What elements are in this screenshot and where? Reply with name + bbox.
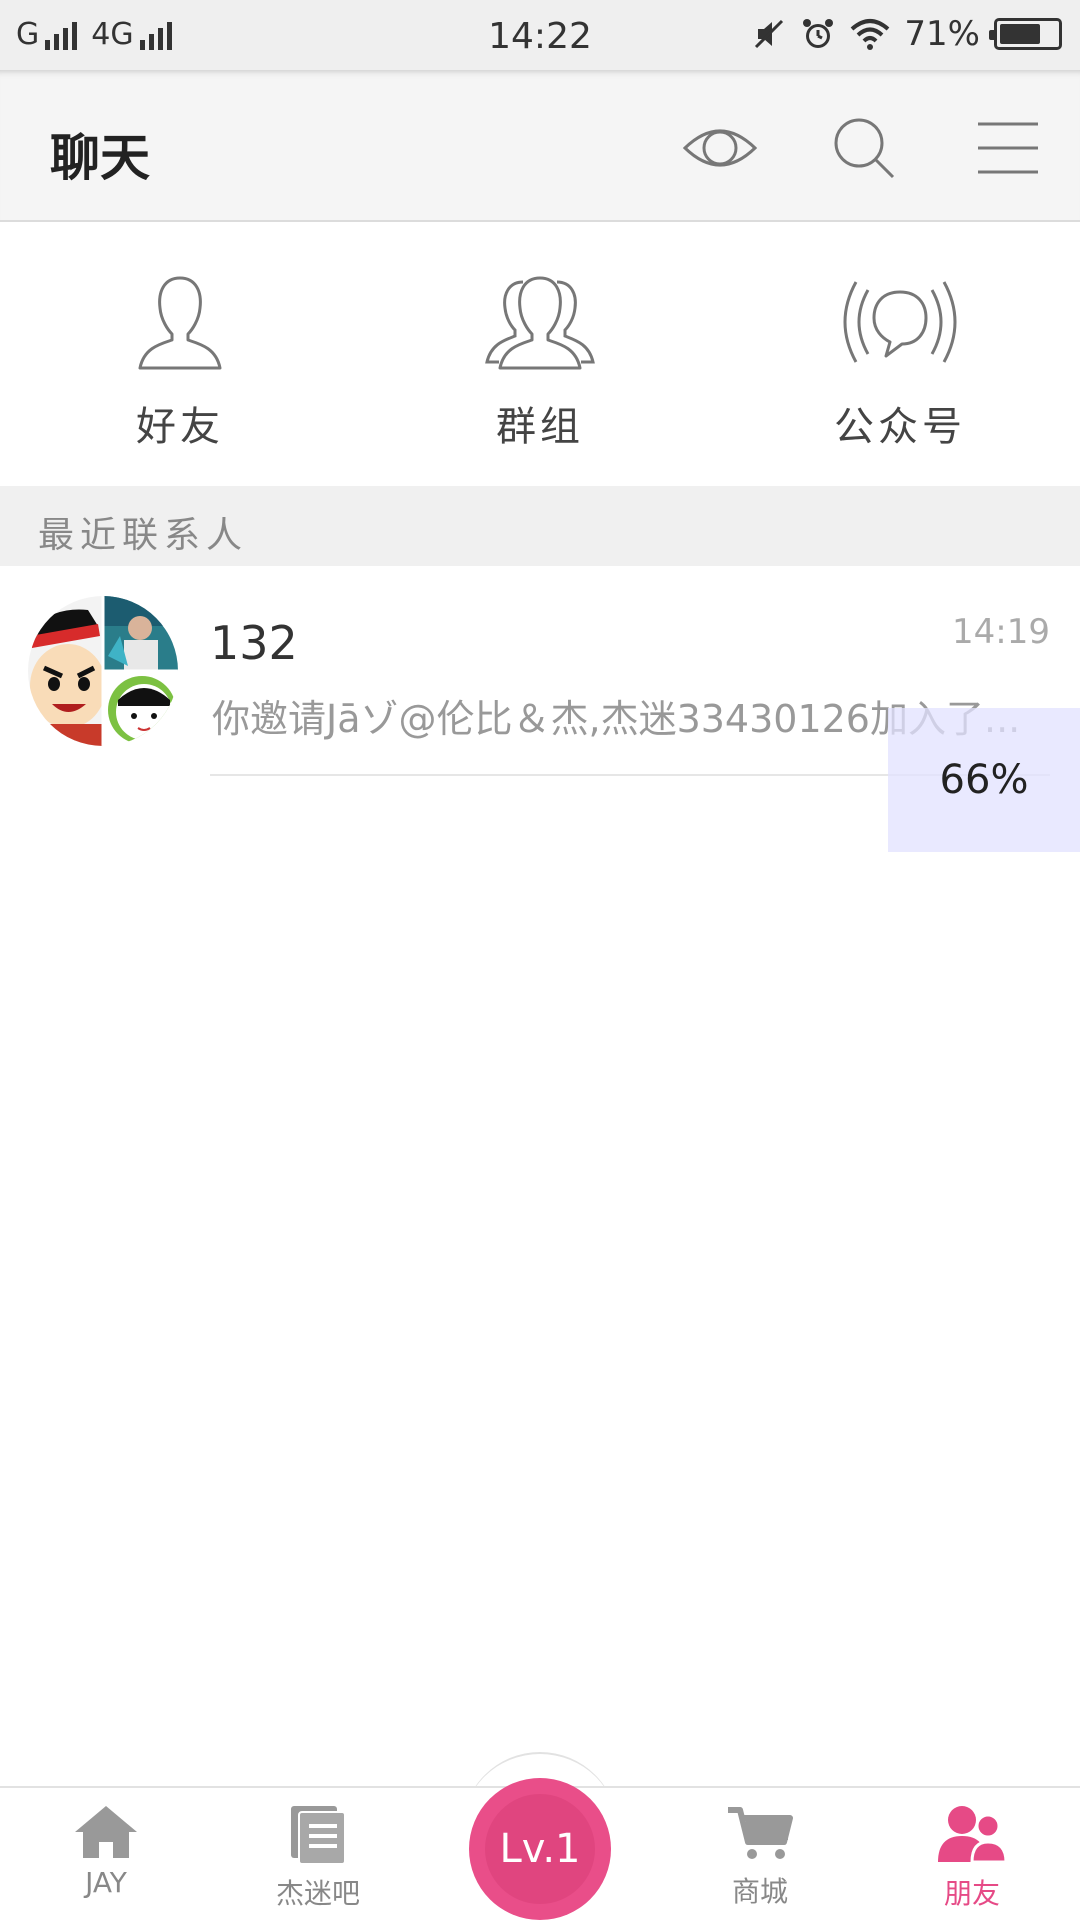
level-button[interactable]: Lv.1 — [469, 1778, 611, 1920]
battery-percent: 71% — [904, 14, 980, 54]
menu-button[interactable] — [968, 108, 1048, 188]
conversation-name: 132 — [210, 616, 298, 670]
status-bar: G 4G 14:22 71% — [0, 0, 1080, 70]
broadcast-bubble-icon — [843, 281, 957, 363]
section-title: 最近联系人 — [38, 515, 249, 556]
home-icon — [75, 1806, 137, 1858]
nav-label: 朋友 — [943, 1877, 1000, 1910]
recent-contacts-header: 最近联系人 — [0, 486, 1080, 566]
nav-label: JAY — [85, 1866, 127, 1899]
mute-icon — [755, 19, 784, 49]
nav-label: 商城 — [731, 1875, 788, 1908]
battery-fill — [1000, 24, 1040, 44]
page-title: 聊天 — [50, 129, 150, 187]
group-icon — [485, 276, 595, 370]
quick-actions: 好友 群组 公众号 — [0, 222, 1080, 486]
cart-icon — [728, 1807, 793, 1859]
progress-overlay: 66% — [888, 708, 1080, 852]
nav-item-friends[interactable]: 朋友 — [892, 1804, 1052, 1912]
conversation-time: 14:19 — [952, 612, 1050, 652]
search-icon — [834, 118, 895, 179]
nav-label: 杰迷吧 — [275, 1877, 360, 1910]
level-label: Lv.1 — [485, 1794, 595, 1904]
quick-action-label: 群组 — [496, 404, 584, 450]
quick-action-friends[interactable]: 好友 — [80, 272, 280, 452]
battery-icon — [989, 18, 1062, 50]
status-icons: 71% — [752, 14, 1062, 54]
quick-action-groups[interactable]: 群组 — [440, 272, 640, 452]
document-icon — [291, 1806, 346, 1865]
wifi-icon — [851, 19, 890, 50]
menu-icon — [978, 122, 1038, 174]
nav-item-shop[interactable]: 商城 — [680, 1804, 840, 1910]
app-header: 聊天 — [0, 70, 1080, 222]
quick-action-official-accounts[interactable]: 公众号 — [800, 272, 1000, 452]
alarm-icon — [803, 19, 834, 48]
nav-item-fans[interactable]: 杰迷吧 — [238, 1804, 398, 1912]
group-avatar — [28, 596, 178, 746]
nav-item-jay[interactable]: JAY — [26, 1804, 186, 1899]
friends-icon — [938, 1806, 1008, 1864]
eye-button[interactable] — [680, 108, 760, 188]
quick-action-label: 好友 — [136, 404, 224, 450]
eye-icon — [682, 129, 758, 167]
person-icon — [138, 276, 222, 370]
search-button[interactable] — [824, 108, 904, 188]
quick-action-label: 公众号 — [834, 404, 966, 450]
